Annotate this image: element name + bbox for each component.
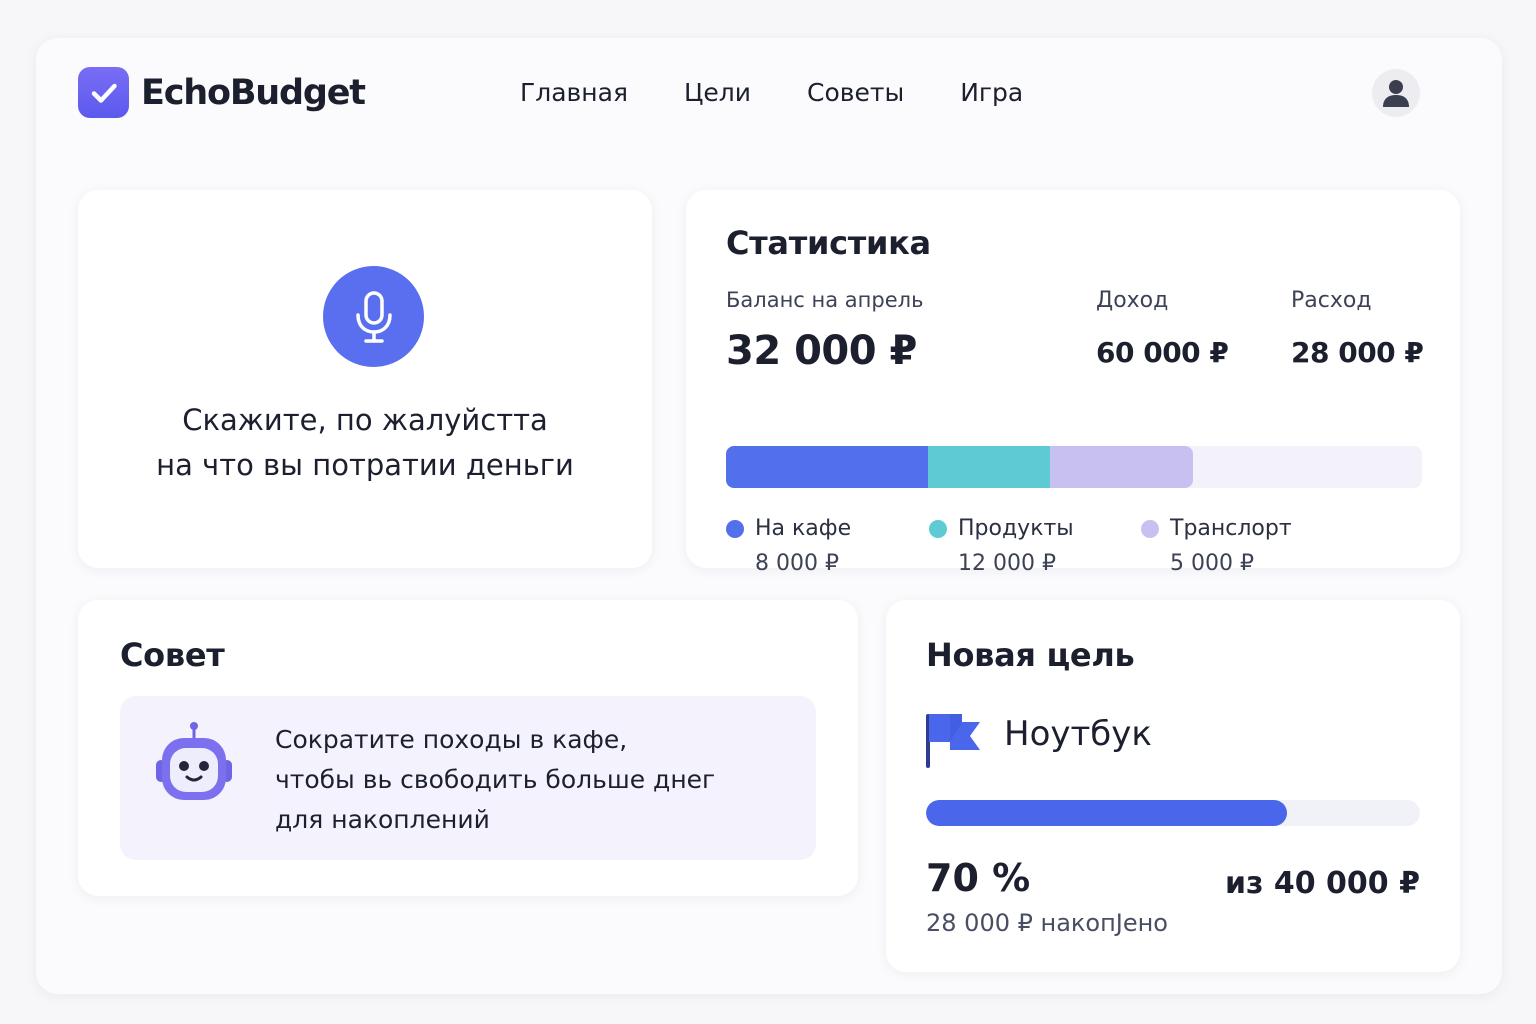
checkmark-icon	[78, 67, 129, 118]
expense-label: Расход	[1291, 288, 1372, 313]
balance-label: Баланс на апрель	[726, 288, 924, 312]
legend-name: Продукты	[958, 516, 1074, 541]
nav-item-goals[interactable]: Цели	[684, 76, 751, 110]
tip-text: Сократите походы в кафе, чтобы вь свобод…	[275, 720, 715, 840]
tip-line: чтобы вь свободить больше днег	[275, 765, 716, 794]
voice-prompt-line: Скажите, по жалуйстта	[182, 403, 548, 437]
balance-value: 32 000 ₽	[726, 328, 917, 374]
expense-value: 28 000 ₽	[1291, 336, 1424, 369]
tip-message: Сократите походы в кафе, чтобы вь свобод…	[120, 696, 816, 860]
logo-text: EchoBudget	[141, 72, 366, 113]
legend-amount: 12 000 ₽	[958, 551, 1056, 576]
legend-name: Транслорт	[1170, 516, 1292, 541]
app-window: EchoBudget Главная Цели Советы Игра Скаж…	[36, 38, 1502, 994]
goal-progress-fill	[926, 800, 1287, 826]
nav-item-game[interactable]: Игра	[960, 76, 1023, 110]
legend-amount: 5 000 ₽	[1170, 551, 1254, 576]
tip-title: Совет	[120, 636, 225, 674]
goal-total: из 40 000 ₽	[1224, 866, 1420, 901]
voice-prompt: Скажите, по жалуйстта на что вы потратии…	[78, 398, 652, 488]
robot-icon	[156, 722, 232, 800]
goal-saved: 28 000 ₽ накопJено	[926, 909, 1168, 937]
avatar-button[interactable]	[1372, 69, 1420, 117]
statistics-card: Статистика Баланс на апрель 32 000 ₽ Дох…	[686, 190, 1460, 576]
statistics-title: Статистика	[726, 224, 931, 262]
tip-line: Сократите походы в кафе,	[275, 725, 628, 754]
legend-amount: 8 000 ₽	[755, 551, 839, 576]
goal-percent: 70 %	[926, 856, 1031, 900]
main-nav: Главная Цели Советы Игра	[520, 76, 1079, 110]
segment-cafe	[726, 446, 928, 488]
user-icon	[1383, 80, 1409, 107]
income-value: 60 000 ₽	[1096, 336, 1229, 369]
legend-dot	[1141, 520, 1159, 538]
legend-dot	[929, 520, 947, 538]
tip-line: для накоплений	[275, 805, 490, 834]
segment-groceries	[928, 446, 1050, 488]
tip-card: Совет Сократите походы в кафе, чтобы вь …	[78, 600, 858, 896]
voice-input-card: Скажите, по жалуйстта на что вы потратии…	[78, 190, 652, 568]
microphone-button[interactable]	[323, 266, 424, 367]
flag-icon	[926, 714, 980, 768]
goal-progress-bar	[926, 800, 1420, 826]
legend-name: На кафе	[755, 516, 852, 541]
goal-card: Новая цель Ноутбук 70 % 28 000 ₽ накопJе…	[886, 600, 1460, 972]
goal-name: Ноутбук	[1004, 714, 1152, 754]
voice-prompt-line: на что вы потратии деньги	[156, 448, 574, 482]
legend-dot	[726, 520, 744, 538]
income-label: Доход	[1096, 288, 1169, 313]
logo[interactable]: EchoBudget	[78, 67, 366, 118]
microphone-icon	[355, 290, 392, 343]
nav-item-home[interactable]: Главная	[520, 76, 628, 110]
goal-title: Новая цель	[926, 636, 1135, 674]
expense-stacked-bar	[726, 446, 1422, 488]
nav-item-tips[interactable]: Советы	[807, 76, 904, 110]
segment-transport	[1050, 446, 1193, 488]
